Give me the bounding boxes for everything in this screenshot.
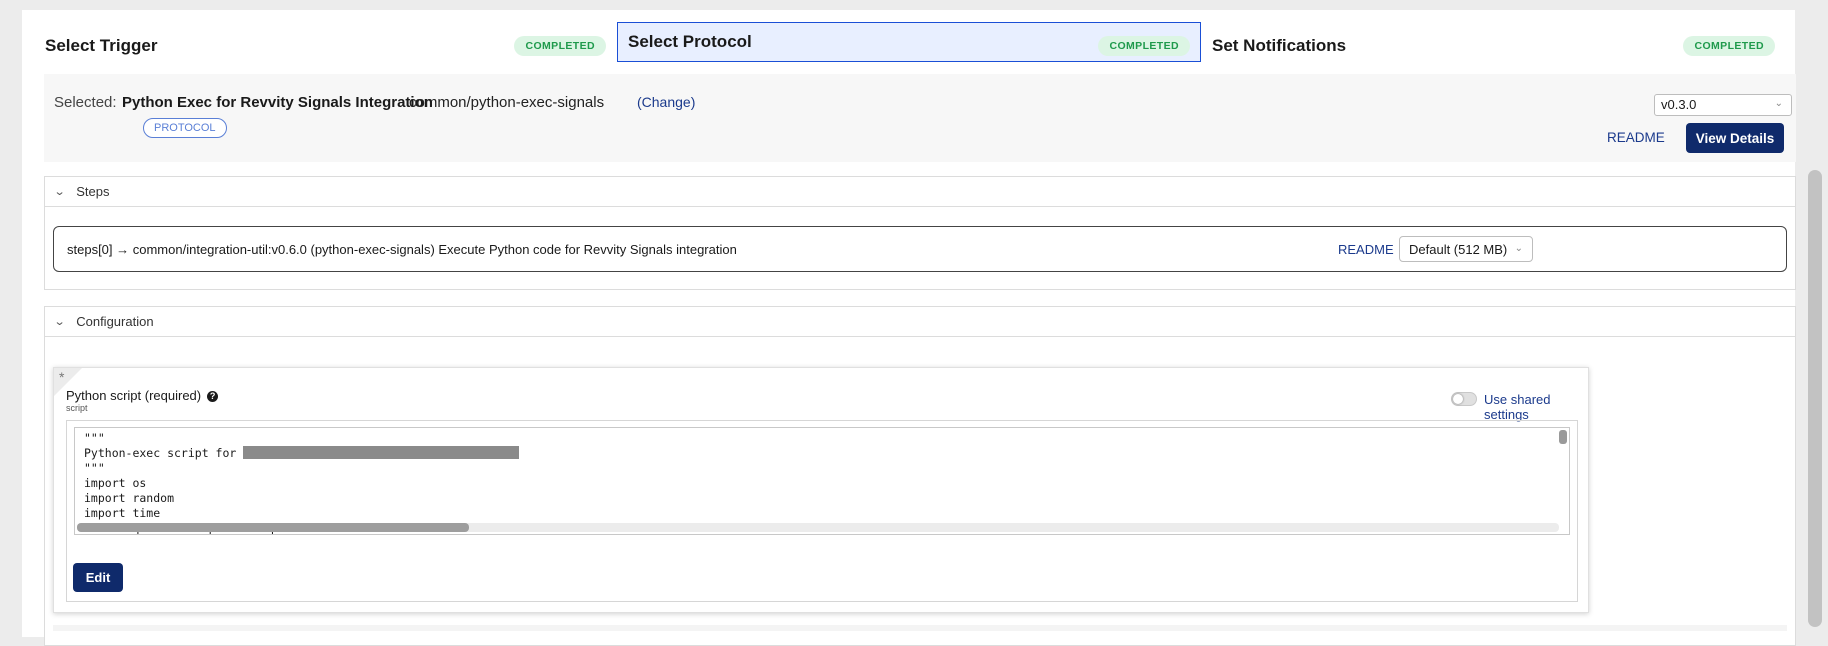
selected-protocol-path: common/python-exec-signals [409,94,605,111]
section-title: Steps [76,184,110,199]
step-select-protocol[interactable]: Select Protocol COMPLETED [617,22,1201,62]
readme-link[interactable]: README [1607,130,1665,145]
selected-protocol-name: Python Exec for Revvity Signals Integrat… [122,94,433,111]
required-asterisk: * [59,369,65,385]
page: Select Trigger COMPLETED Select Protocol… [22,10,1796,646]
code-vertical-scrollbar[interactable] [1559,430,1567,444]
shared-settings-label[interactable]: Use shared settings [1484,392,1588,422]
step-description: steps[0] → common/integration-util:v0.6.… [67,242,737,257]
step-readme-link[interactable]: README [1338,242,1394,257]
change-link[interactable]: (Change) [637,94,695,110]
status-badge: COMPLETED [1098,36,1190,56]
field-label-text: Python script (required) [66,388,202,403]
redacted-text [243,446,520,459]
step-set-notifications[interactable]: Set Notifications COMPLETED [1201,22,1786,70]
selected-protocol-panel: Selected: Python Exec for Revvity Signal… [44,74,1796,162]
code-editor[interactable]: """ Python-exec script for """ import os… [74,427,1570,535]
step-title: Select Trigger [45,36,158,55]
field-key: script [66,403,88,413]
code-content: """ Python-exec script for """ import os… [84,431,520,534]
status-badge: COMPLETED [1683,36,1775,56]
field-label: Python script (required)? [66,388,219,403]
step-row: steps[0] → common/integration-util:v0.6.… [53,226,1787,272]
help-icon[interactable]: ? [207,391,219,402]
chevron-down-icon: ⌄ [53,316,66,328]
memory-select[interactable]: Default (512 MB) ⌄ [1399,236,1533,262]
shared-settings-toggle[interactable] [1451,392,1477,406]
step-title: Set Notifications [1212,36,1347,55]
step-title: Select Protocol [628,32,752,51]
chevron-down-icon: ⌄ [1774,98,1783,109]
page-scrollbar[interactable] [1800,0,1828,627]
chevron-down-icon: ⌄ [53,186,66,198]
steps-section-header[interactable]: ⌄ Steps [45,177,1795,207]
chevron-down-icon: ⌄ [1514,243,1523,254]
version-select[interactable]: v0.3.0 ⌄ [1654,94,1792,116]
step-select-trigger[interactable]: Select Trigger COMPLETED [34,22,617,70]
code-editor-wrapper: """ Python-exec script for """ import os… [66,420,1578,602]
code-horizontal-scrollbar[interactable] [77,523,1559,532]
configuration-section-header[interactable]: ⌄ Configuration [45,307,1795,337]
toggle-knob [1453,394,1463,404]
steps-section: ⌄ Steps steps[0] → common/integration-ut… [44,176,1796,290]
view-details-button[interactable]: View Details [1686,123,1784,153]
section-title: Configuration [76,314,154,329]
stepper: Select Trigger COMPLETED Select Protocol… [34,22,1786,72]
configuration-section: ⌄ Configuration * Python script (require… [44,306,1796,646]
script-field-card: * Python script (required)? script Use s… [53,367,1589,613]
protocol-chip: PROTOCOL [143,118,227,138]
memory-value: Default (512 MB) [1409,242,1508,257]
edit-button[interactable]: Edit [73,563,123,592]
version-value: v0.3.0 [1661,97,1697,112]
selected-label: Selected: [54,94,117,111]
page-scroll-thumb[interactable] [1808,170,1822,627]
code-horizontal-scroll-thumb[interactable] [77,523,469,532]
next-field-placeholder [53,625,1787,631]
status-badge: COMPLETED [514,36,606,56]
